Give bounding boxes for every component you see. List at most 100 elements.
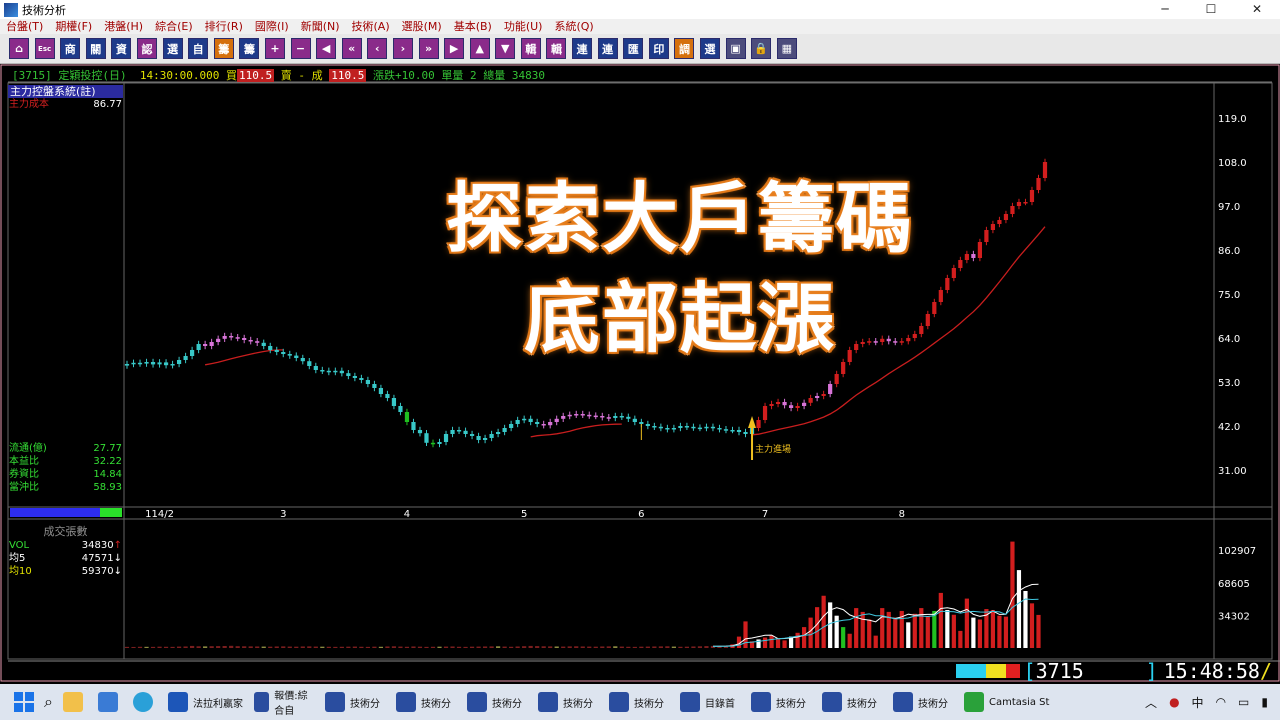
zoom-in-icon[interactable]: + (264, 38, 285, 59)
taskbar-app[interactable]: Camtasia St (959, 684, 1059, 720)
tool-button[interactable]: 連 (572, 38, 593, 59)
tool-button[interactable]: 連 (597, 38, 618, 59)
candle-body (294, 355, 299, 358)
chart-window[interactable]: 119.0 108.0 97.0 86.0 75.0 64.0 53.0 42.0 31.00 1… (0, 64, 1280, 684)
forward-icon[interactable]: » (418, 38, 439, 59)
volume-bar (242, 646, 247, 648)
menu-taipan[interactable]: 台盤(T) (0, 19, 49, 34)
menu-screener[interactable]: 選股(M) (396, 19, 448, 34)
candle-body (606, 417, 611, 419)
battery-icon[interactable]: ▭ (1238, 695, 1249, 709)
esc-button[interactable]: Esc (34, 38, 55, 59)
tool-button[interactable]: 商 (60, 38, 81, 59)
search-button[interactable]: ⌕ (39, 684, 58, 720)
prev-icon[interactable]: ‹ (367, 38, 388, 59)
candle-body (476, 436, 481, 440)
layout-icon[interactable]: ▣ (725, 38, 746, 59)
taskbar-app[interactable]: 技術分 (320, 684, 391, 720)
menu-composite[interactable]: 綜合(E) (149, 19, 199, 34)
tool-button[interactable]: 輯 (520, 38, 541, 59)
taskbar-app[interactable]: 目錄首 (675, 684, 746, 720)
candle-body (124, 364, 130, 366)
volume-bar (893, 617, 898, 648)
candle-body (1042, 162, 1048, 178)
price-tick-label: 42.0 (1218, 422, 1240, 433)
overlay-line-2: 底部起漲 (523, 273, 836, 365)
volume-bar (639, 646, 644, 648)
menu-system[interactable]: 系統(Q) (548, 19, 599, 34)
notification-icon[interactable]: ▮ (1261, 695, 1268, 709)
taskbar-app[interactable]: 技術分 (391, 684, 462, 720)
taskbar-app[interactable]: 技術分 (604, 684, 675, 720)
tool-button[interactable]: 籌 (213, 38, 234, 59)
tool-button[interactable]: 關 (85, 38, 106, 59)
tool-button[interactable]: 輯 (546, 38, 567, 59)
menu-technical[interactable]: 技術(A) (346, 19, 396, 34)
volume-bar (671, 646, 676, 648)
tool-button[interactable]: 資 (111, 38, 132, 59)
unit-value: 2 (469, 69, 477, 82)
stat-label: 當沖比 (9, 482, 39, 493)
menu-ranking[interactable]: 排行(R) (199, 19, 249, 34)
print-button[interactable]: 印 (648, 38, 669, 59)
chart-canvas[interactable]: 119.0 108.0 97.0 86.0 75.0 64.0 53.0 42.0 31.00 1… (0, 64, 1280, 684)
tool-button[interactable]: 籌 (239, 38, 260, 59)
volume-bar (443, 646, 449, 648)
candle-body (235, 337, 240, 339)
ime-indicator[interactable]: 中 (1192, 694, 1204, 711)
last-icon[interactable]: ▶ (444, 38, 465, 59)
tool-button[interactable]: 選 (700, 38, 721, 59)
candle-body (828, 384, 833, 394)
maximize-button[interactable]: ☐ (1188, 0, 1234, 19)
tool-button[interactable]: 調 (674, 38, 695, 59)
cost-line (204, 349, 284, 366)
menu-international[interactable]: 國際(I) (249, 19, 295, 34)
home-icon[interactable]: ⌂ (9, 38, 29, 59)
lock-icon[interactable]: 🔒 (751, 38, 772, 59)
tray-chevron-icon[interactable]: ︿ (1145, 694, 1157, 711)
candle-body (150, 362, 156, 365)
desktop-button[interactable] (93, 684, 128, 720)
menu-function[interactable]: 功能(U) (498, 19, 549, 34)
taskbar-app[interactable]: 法拉利嬴家 (163, 684, 249, 720)
up-icon[interactable]: ▲ (469, 38, 490, 59)
taskbar-app[interactable]: 技術分 (817, 684, 888, 720)
candle-body (144, 362, 149, 364)
rewind-icon[interactable]: « (341, 38, 362, 59)
first-icon[interactable]: ◀ (316, 38, 337, 59)
volume-bar (274, 646, 279, 648)
volume-bar (632, 646, 637, 648)
candle-body (815, 396, 820, 398)
menu-futures[interactable]: 期權(F) (49, 19, 98, 34)
search-icon: ⌕ (44, 692, 53, 711)
zoom-out-icon[interactable]: − (290, 38, 311, 59)
taskbar-app[interactable]: 報價:綜合自 (249, 684, 320, 720)
tray-app-icon[interactable]: ● (1169, 695, 1179, 709)
tool-button[interactable]: 匯 (623, 38, 644, 59)
taskbar-app[interactable]: 技術分 (462, 684, 533, 720)
start-button[interactable] (0, 684, 39, 720)
vol-arrow: ↑ (113, 540, 122, 551)
down-icon[interactable]: ▼ (495, 38, 516, 59)
tool-button[interactable]: 選 (162, 38, 183, 59)
volume-bar (535, 646, 540, 648)
minimize-button[interactable]: ─ (1142, 0, 1188, 19)
explorer-button[interactable] (58, 684, 93, 720)
candle-body (632, 418, 637, 422)
system-name[interactable]: 主力控盤系統(註) (8, 85, 123, 98)
tool-button[interactable]: 自 (188, 38, 209, 59)
globe-button[interactable] (128, 684, 163, 720)
wifi-icon[interactable]: ◠ (1216, 695, 1226, 709)
grid-icon[interactable]: ▦ (776, 38, 797, 59)
taskbar-app[interactable]: 技術分 (746, 684, 817, 720)
taskbar-app[interactable]: 技術分 (888, 684, 959, 720)
tool-button[interactable]: 認 (136, 38, 157, 59)
menu-news[interactable]: 新聞(N) (295, 19, 346, 34)
volume-bar (157, 646, 162, 648)
taskbar-app[interactable]: 技術分 (533, 684, 604, 720)
windows-icon (14, 692, 34, 712)
menu-fundamental[interactable]: 基本(B) (448, 19, 498, 34)
next-icon[interactable]: › (392, 38, 413, 59)
menu-hk[interactable]: 港盤(H) (98, 19, 149, 34)
close-button[interactable]: ✕ (1234, 0, 1280, 19)
